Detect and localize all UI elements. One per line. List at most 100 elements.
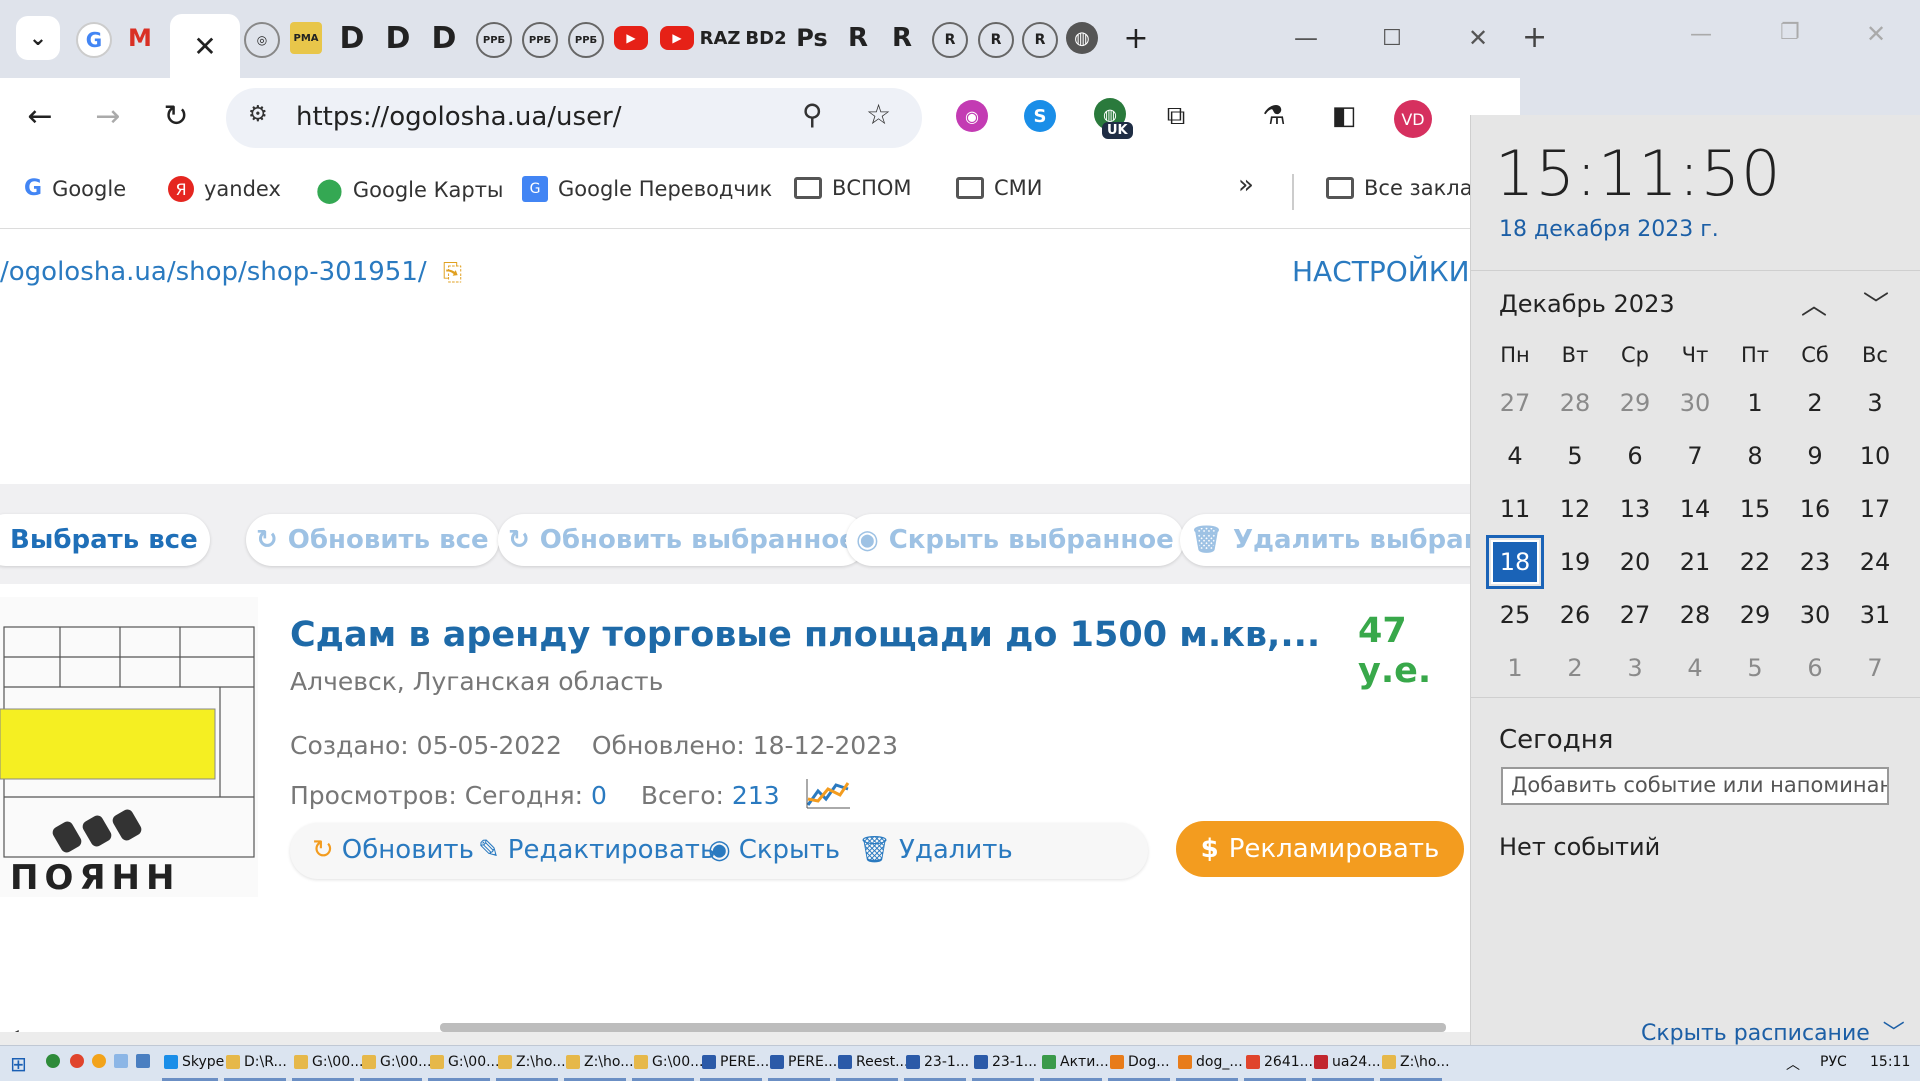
url-text[interactable]: https://ogolosha.ua/user/ bbox=[296, 102, 622, 132]
calendar-day[interactable]: 7 bbox=[1851, 646, 1899, 690]
taskbar-item[interactable]: Z:\ho... bbox=[1382, 1054, 1450, 1070]
bookmark-folder-vspom[interactable]: ВСПОМ bbox=[794, 176, 912, 200]
calendar-day[interactable]: 4 bbox=[1491, 434, 1539, 478]
hide-schedule-button[interactable]: Скрыть расписание ﹀ bbox=[1641, 1015, 1905, 1047]
taskbar-item[interactable]: ua24... bbox=[1314, 1054, 1381, 1070]
calendar-day[interactable]: 30 bbox=[1791, 593, 1839, 637]
calendar-day[interactable]: 27 bbox=[1611, 593, 1659, 637]
promote-button[interactable]: $ Рекламировать bbox=[1176, 821, 1464, 877]
new-tab-button[interactable]: + bbox=[1120, 21, 1152, 56]
pinned-chrome-green-icon[interactable] bbox=[46, 1054, 60, 1068]
horizontal-scrollbar[interactable] bbox=[440, 1023, 1446, 1032]
calendar-day[interactable]: 22 bbox=[1731, 540, 1779, 584]
tab-label-d-3[interactable]: D bbox=[428, 21, 460, 56]
pinned-chrome-icon[interactable] bbox=[70, 1054, 84, 1068]
previous-month-chevron-up-icon[interactable]: ︿ bbox=[1801, 285, 1827, 322]
calendar-day[interactable]: 16 bbox=[1791, 487, 1839, 531]
forward-icon[interactable]: → bbox=[92, 99, 124, 134]
bg-close-icon[interactable]: ✕ bbox=[1866, 20, 1886, 48]
address-bar[interactable]: ⚙ https://ogolosha.ua/user/ ⚲ ☆ bbox=[226, 88, 922, 148]
start-windows-icon[interactable]: ⊞ bbox=[10, 1052, 27, 1076]
hide-selected-button[interactable]: ◉ Скрыть выбранное bbox=[846, 514, 1184, 566]
bookmark-google-translate[interactable]: G Google Переводчик bbox=[522, 176, 772, 202]
tab-label-d-2[interactable]: D bbox=[382, 21, 414, 56]
tab-favicon-r-circle-3[interactable]: R bbox=[1022, 22, 1058, 58]
calendar-day[interactable]: 2 bbox=[1551, 646, 1599, 690]
calendar-day[interactable]: 4 bbox=[1671, 646, 1719, 690]
calendar-day[interactable]: 31 bbox=[1851, 593, 1899, 637]
close-window-icon[interactable]: ✕ bbox=[1462, 22, 1494, 54]
clock-date[interactable]: 18 декабря 2023 г. bbox=[1499, 217, 1719, 242]
active-tab-close-icon[interactable]: ✕ bbox=[170, 14, 240, 78]
delete-selected-button[interactable]: 🗑 Удалить выбранное bbox=[1180, 514, 1470, 566]
calendar-day[interactable]: 19 bbox=[1551, 540, 1599, 584]
taskbar-item[interactable]: G:\00... bbox=[362, 1054, 431, 1070]
calendar-day[interactable]: 8 bbox=[1731, 434, 1779, 478]
tab-search-chevron-icon[interactable]: ⌄ bbox=[16, 16, 60, 60]
calendar-day[interactable]: 25 bbox=[1491, 593, 1539, 637]
extensions-puzzle-icon[interactable]: ⧉ bbox=[1160, 100, 1192, 132]
calendar-day[interactable]: 27 bbox=[1491, 381, 1539, 425]
back-icon[interactable]: ← bbox=[24, 99, 56, 134]
tray-chevron-up-icon[interactable]: ︿ bbox=[1786, 1054, 1800, 1074]
calendar-day[interactable]: 23 bbox=[1791, 540, 1839, 584]
taskbar-item[interactable]: PERE... bbox=[702, 1054, 769, 1070]
taskbar-item[interactable]: Акти... bbox=[1042, 1054, 1109, 1070]
calendar-day[interactable]: 1 bbox=[1731, 381, 1779, 425]
calendar-day[interactable]: 30 bbox=[1671, 381, 1719, 425]
taskbar-item[interactable]: G:\00... bbox=[430, 1054, 499, 1070]
calendar-day-today[interactable]: 18 bbox=[1486, 535, 1544, 589]
zoom-icon[interactable]: ⚲ bbox=[802, 98, 823, 131]
taskbar-item[interactable]: 23-1... bbox=[974, 1054, 1037, 1070]
calendar-day[interactable]: 21 bbox=[1671, 540, 1719, 584]
calendar-day[interactable]: 11 bbox=[1491, 487, 1539, 531]
settings-link[interactable]: НАСТРОЙКИ bbox=[1292, 255, 1470, 288]
labs-flask-icon[interactable]: ⚗ bbox=[1258, 100, 1290, 132]
calendar-day[interactable]: 28 bbox=[1551, 381, 1599, 425]
tab-favicon-4[interactable]: PPБ bbox=[522, 22, 558, 58]
pinned-app-icon[interactable] bbox=[92, 1054, 106, 1068]
pinned-screen-icon[interactable] bbox=[136, 1054, 150, 1068]
calendar-day[interactable]: 6 bbox=[1791, 646, 1839, 690]
calendar-day[interactable]: 20 bbox=[1611, 540, 1659, 584]
calendar-day[interactable]: 15 bbox=[1731, 487, 1779, 531]
calendar-day[interactable]: 12 bbox=[1551, 487, 1599, 531]
bg-restore-icon[interactable]: ❐ bbox=[1780, 20, 1800, 45]
hide-button[interactable]: ◉ Скрыть bbox=[708, 835, 840, 865]
tab-favicon-1[interactable]: ◎ bbox=[244, 22, 280, 58]
calendar-day[interactable]: 5 bbox=[1731, 646, 1779, 690]
taskbar-item[interactable]: Reest... bbox=[838, 1054, 908, 1070]
reload-icon[interactable]: ↻ bbox=[160, 99, 192, 134]
taskbar-item[interactable]: Skype bbox=[164, 1054, 224, 1070]
shop-link[interactable]: /ogolosha.ua/shop/shop-301951/ ⎘ bbox=[0, 257, 462, 287]
bookmark-folder-smi[interactable]: СМИ bbox=[956, 176, 1043, 200]
calendar-day[interactable]: 1 bbox=[1491, 646, 1539, 690]
refresh-button[interactable]: ↻ Обновить bbox=[312, 835, 474, 865]
bg-minimize-icon[interactable]: — bbox=[1690, 22, 1712, 47]
bookmark-yandex[interactable]: Я yandex bbox=[168, 176, 281, 202]
youtube-tab-icon-2[interactable]: ▶ bbox=[660, 26, 694, 50]
shazam-extension-icon[interactable]: S bbox=[1024, 100, 1056, 132]
side-panel-icon[interactable]: ◧ bbox=[1328, 100, 1360, 132]
bookmark-google[interactable]: G Google bbox=[24, 176, 126, 201]
profile-avatar[interactable]: VD bbox=[1394, 100, 1432, 138]
calendar-month[interactable]: Декабрь 2023 bbox=[1499, 290, 1675, 318]
tab-favicon-2[interactable]: PMA bbox=[290, 22, 322, 54]
calendar-day[interactable]: 29 bbox=[1611, 381, 1659, 425]
calendar-day[interactable]: 24 bbox=[1851, 540, 1899, 584]
calendar-day[interactable]: 2 bbox=[1791, 381, 1839, 425]
bookmarks-overflow-button[interactable]: » bbox=[1238, 170, 1254, 200]
taskbar-item[interactable]: G:\00... bbox=[294, 1054, 363, 1070]
edit-button[interactable]: ✎ Редактировать bbox=[478, 835, 715, 865]
add-event-input[interactable]: Добавить событие или напоминан bbox=[1501, 767, 1889, 805]
tab-label-ps[interactable]: Ps bbox=[796, 22, 828, 54]
google-tab-icon[interactable]: G bbox=[76, 22, 112, 58]
refresh-all-button[interactable]: ↻ Обновить все bbox=[246, 514, 499, 566]
calendar-day[interactable]: 6 bbox=[1611, 434, 1659, 478]
calendar-day[interactable]: 13 bbox=[1611, 487, 1659, 531]
taskbar-item[interactable]: Z:\ho... bbox=[498, 1054, 566, 1070]
bg-new-tab-icon[interactable]: + bbox=[1522, 20, 1547, 55]
tab-favicon-r-circle-1[interactable]: R bbox=[932, 22, 968, 58]
gmail-tab-icon[interactable]: M bbox=[124, 22, 156, 54]
tab-label-bd2[interactable]: BD2 bbox=[745, 22, 786, 54]
